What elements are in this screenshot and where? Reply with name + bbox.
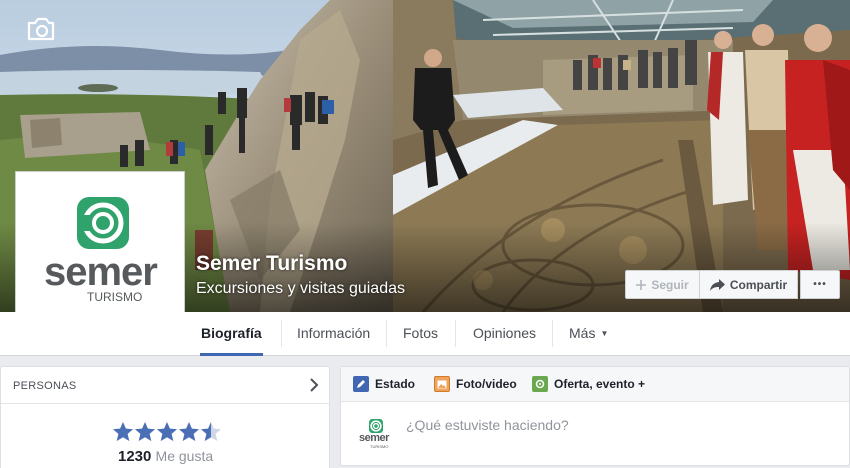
share-button[interactable]: Compartir <box>699 270 798 299</box>
composer-tab-label: Foto/video <box>456 377 517 391</box>
tab-opiniones[interactable]: Opiniones <box>472 312 537 356</box>
more-dots: ••• <box>813 279 827 290</box>
photo-icon <box>434 376 450 392</box>
rating-stars[interactable] <box>112 421 222 442</box>
composer-tab-status[interactable]: Estado <box>353 376 415 392</box>
page-category: Excursiones y visitas guiadas <box>196 280 405 297</box>
cover-actions: Seguir Compartir ••• <box>625 270 840 299</box>
follow-label: Seguir <box>651 277 689 292</box>
page-title[interactable]: Semer Turismo <box>196 252 347 276</box>
likes-number: 1230 <box>118 448 152 465</box>
composer-tab-offer[interactable]: Oferta, evento + <box>532 376 645 392</box>
star-icon <box>201 422 221 441</box>
camera-icon[interactable] <box>26 16 56 42</box>
likes-label: Me gusta <box>155 448 214 464</box>
composer-body[interactable]: semer TURISMO ¿Qué estuviste haciendo? <box>341 402 849 466</box>
pencil-icon <box>353 376 369 392</box>
composer-tabs: Estado Foto/video Oferta, evento + <box>341 367 849 402</box>
tab-mas[interactable]: Más ▼ <box>568 312 609 356</box>
tab-label: Biografía <box>201 325 262 341</box>
composer-avatar-word: semer <box>359 432 389 444</box>
offer-icon <box>532 376 548 392</box>
composer-tab-photo[interactable]: Foto/video <box>434 376 517 392</box>
tab-label: Información <box>297 325 371 341</box>
people-card-header[interactable]: PERSONAS <box>1 367 329 404</box>
tab-label: Fotos <box>403 325 439 341</box>
logo-mark-icon <box>77 197 129 249</box>
composer-tab-label: Oferta, evento + <box>554 377 646 391</box>
tab-biografia[interactable]: Biografía <box>200 312 263 356</box>
likes-count[interactable]: 1230 Me gusta <box>118 448 213 465</box>
tab-fotos[interactable]: Fotos <box>402 312 439 356</box>
composer-input[interactable]: ¿Qué estuviste haciendo? <box>406 417 569 433</box>
composer-tab-label: Estado <box>375 377 416 391</box>
tab-informacion[interactable]: Información <box>296 312 371 356</box>
star-icon <box>113 422 133 441</box>
follow-button[interactable]: Seguir <box>625 270 700 299</box>
more-options-button[interactable]: ••• <box>800 270 840 299</box>
tab-label: Más <box>569 325 596 341</box>
composer-avatar-sub: TURISMO <box>370 444 389 449</box>
composer-avatar: semer TURISMO <box>358 419 394 449</box>
plus-icon <box>636 279 647 290</box>
share-label: Compartir <box>729 277 788 292</box>
star-icon <box>179 422 199 441</box>
logo-subtitle: TURISMO <box>87 290 143 304</box>
people-card-title: PERSONAS <box>13 380 77 392</box>
caret-down-icon: ▼ <box>600 329 609 338</box>
share-arrow-icon <box>709 278 725 291</box>
cover-photo-mosaic <box>393 0 850 312</box>
logo-mark-icon <box>369 419 383 433</box>
page-tab-bar: Biografía Información Fotos Opiniones Má… <box>0 312 850 356</box>
logo-wordmark: semer <box>44 250 158 294</box>
people-card: PERSONAS 1230 Me gusta <box>0 366 330 468</box>
star-icon <box>135 422 155 441</box>
tab-label: Opiniones <box>473 325 537 341</box>
chevron-right-icon[interactable] <box>309 378 319 397</box>
post-composer: Estado Foto/video Oferta, evento + semer… <box>340 366 850 466</box>
star-icon <box>157 422 177 441</box>
